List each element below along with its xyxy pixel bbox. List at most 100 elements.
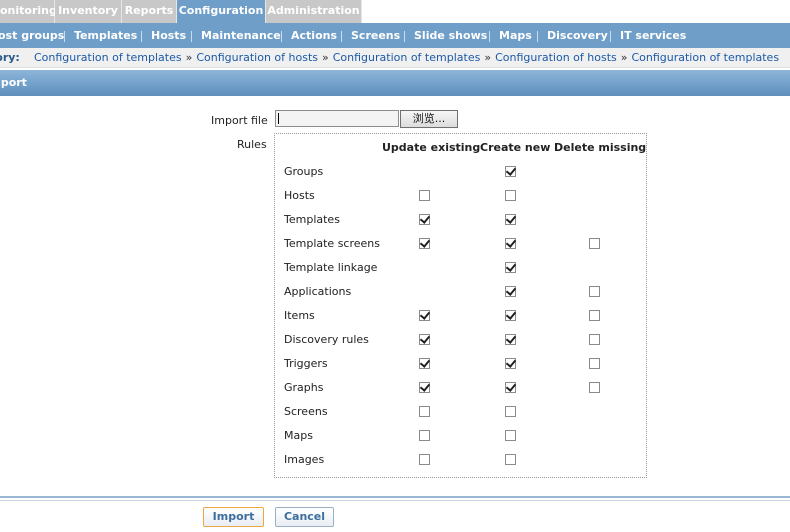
rule-label: Items	[284, 309, 315, 322]
history-label: tory:	[0, 51, 20, 64]
top-menu-label: Inventory	[58, 4, 118, 17]
checkbox-update[interactable]	[419, 382, 430, 393]
rule-label: Hosts	[284, 189, 315, 202]
sub-menu-templates[interactable]: Templates	[74, 23, 137, 48]
sub-menu-separator	[281, 31, 282, 42]
footer-divider	[0, 496, 790, 498]
import-file-input[interactable]	[275, 110, 399, 127]
top-menu-label: Administration	[267, 4, 360, 17]
sub-menu-separator	[489, 31, 490, 42]
sub-menu-separator	[64, 31, 65, 42]
top-menu-label: Reports	[124, 4, 174, 17]
section-title: nport	[0, 76, 27, 89]
checkbox-create[interactable]	[505, 166, 516, 177]
top-menu-reports[interactable]: Reports	[122, 0, 177, 23]
checkbox-create[interactable]	[505, 334, 516, 345]
checkbox-create[interactable]	[505, 286, 516, 297]
sub-menu-maps[interactable]: Maps	[499, 23, 532, 48]
section-header: nport	[0, 70, 790, 96]
rules-table	[274, 133, 647, 478]
checkbox-create[interactable]	[505, 358, 516, 369]
history-link[interactable]: Configuration of templates	[34, 51, 182, 64]
sub-menu: ost groups Templates Hosts Maintenance A…	[0, 23, 790, 48]
checkbox-update[interactable]	[419, 214, 430, 225]
history-separator: »	[620, 51, 628, 64]
rule-label: Discovery rules	[284, 333, 369, 346]
column-create-new: Create new	[480, 141, 551, 154]
top-menu-inventory[interactable]: Inventory	[55, 0, 122, 23]
sub-menu-separator	[141, 31, 142, 42]
history-bar: tory: Configuration of templates»Configu…	[0, 48, 790, 68]
rule-label: Groups	[284, 165, 324, 178]
checkbox-create[interactable]	[505, 382, 516, 393]
checkbox-create[interactable]	[505, 430, 516, 441]
history-separator: »	[185, 51, 193, 64]
checkbox-create[interactable]	[505, 310, 516, 321]
import-file-label: Import file	[211, 114, 268, 127]
checkbox-delete[interactable]	[589, 334, 600, 345]
rules-label: Rules	[237, 138, 267, 151]
history-items: Configuration of templates» Configuration…	[34, 48, 779, 67]
rule-label: Triggers	[284, 357, 328, 370]
sub-menu-screens[interactable]: Screens	[351, 23, 400, 48]
history-link[interactable]: Configuration of templates	[333, 51, 481, 64]
history-link[interactable]: Configuration of hosts	[495, 51, 617, 64]
history-link[interactable]: Configuration of hosts	[196, 51, 318, 64]
top-menu-configuration[interactable]: Configuration	[177, 0, 266, 23]
footer-divider-light	[0, 500, 790, 501]
import-button[interactable]: Import	[203, 507, 264, 527]
checkbox-delete[interactable]	[589, 310, 600, 321]
sub-menu-host-groups[interactable]: ost groups	[0, 23, 64, 48]
column-update-existing: Update existing	[382, 141, 481, 154]
history-separator: »	[484, 51, 492, 64]
checkbox-delete[interactable]	[589, 238, 600, 249]
sub-menu-separator	[191, 31, 192, 42]
checkbox-update[interactable]	[419, 430, 430, 441]
checkbox-create[interactable]	[505, 238, 516, 249]
history-link[interactable]: Configuration of templates	[631, 51, 779, 64]
rule-label: Templates	[284, 213, 340, 226]
top-menu-label: Configuration	[178, 4, 264, 17]
top-menu-monitoring[interactable]: onitoring	[0, 0, 57, 23]
checkbox-update[interactable]	[419, 334, 430, 345]
sub-menu-it-services[interactable]: IT services	[620, 23, 686, 48]
sub-menu-separator	[404, 31, 405, 42]
checkbox-update[interactable]	[419, 406, 430, 417]
checkbox-create[interactable]	[505, 406, 516, 417]
checkbox-create[interactable]	[505, 190, 516, 201]
checkbox-update[interactable]	[419, 190, 430, 201]
rule-label: Applications	[284, 285, 352, 298]
rule-label: Template screens	[284, 237, 380, 250]
rule-label: Screens	[284, 405, 328, 418]
rule-label: Maps	[284, 429, 313, 442]
top-menu-label: onitoring	[0, 4, 57, 17]
top-menu-administration[interactable]: Administration	[266, 0, 362, 23]
checkbox-update[interactable]	[419, 238, 430, 249]
sub-menu-separator	[537, 31, 538, 42]
sub-menu-separator	[341, 31, 342, 42]
column-delete-missing: Delete missing	[554, 141, 647, 154]
sub-menu-slide-shows[interactable]: Slide shows	[414, 23, 487, 48]
checkbox-delete[interactable]	[589, 358, 600, 369]
sub-menu-discovery[interactable]: Discovery	[547, 23, 608, 48]
sub-menu-separator	[610, 31, 611, 42]
rule-label: Template linkage	[284, 261, 378, 274]
checkbox-update[interactable]	[419, 310, 430, 321]
sub-menu-actions[interactable]: Actions	[291, 23, 337, 48]
checkbox-create[interactable]	[505, 454, 516, 465]
cancel-button[interactable]: Cancel	[275, 507, 334, 527]
history-separator: »	[322, 51, 329, 64]
checkbox-update[interactable]	[419, 454, 430, 465]
text-caret	[278, 113, 279, 124]
sub-menu-hosts[interactable]: Hosts	[151, 23, 186, 48]
browse-button[interactable]: 浏览...	[400, 110, 458, 128]
rule-label: Graphs	[284, 381, 324, 394]
checkbox-delete[interactable]	[589, 382, 600, 393]
checkbox-update[interactable]	[419, 358, 430, 369]
sub-menu-maintenance[interactable]: Maintenance	[201, 23, 281, 48]
checkbox-create[interactable]	[505, 214, 516, 225]
checkbox-create[interactable]	[505, 262, 516, 273]
checkbox-delete[interactable]	[589, 286, 600, 297]
rule-label: Images	[284, 453, 325, 466]
top-menu: onitoring Inventory Reports Configuratio…	[0, 0, 790, 23]
